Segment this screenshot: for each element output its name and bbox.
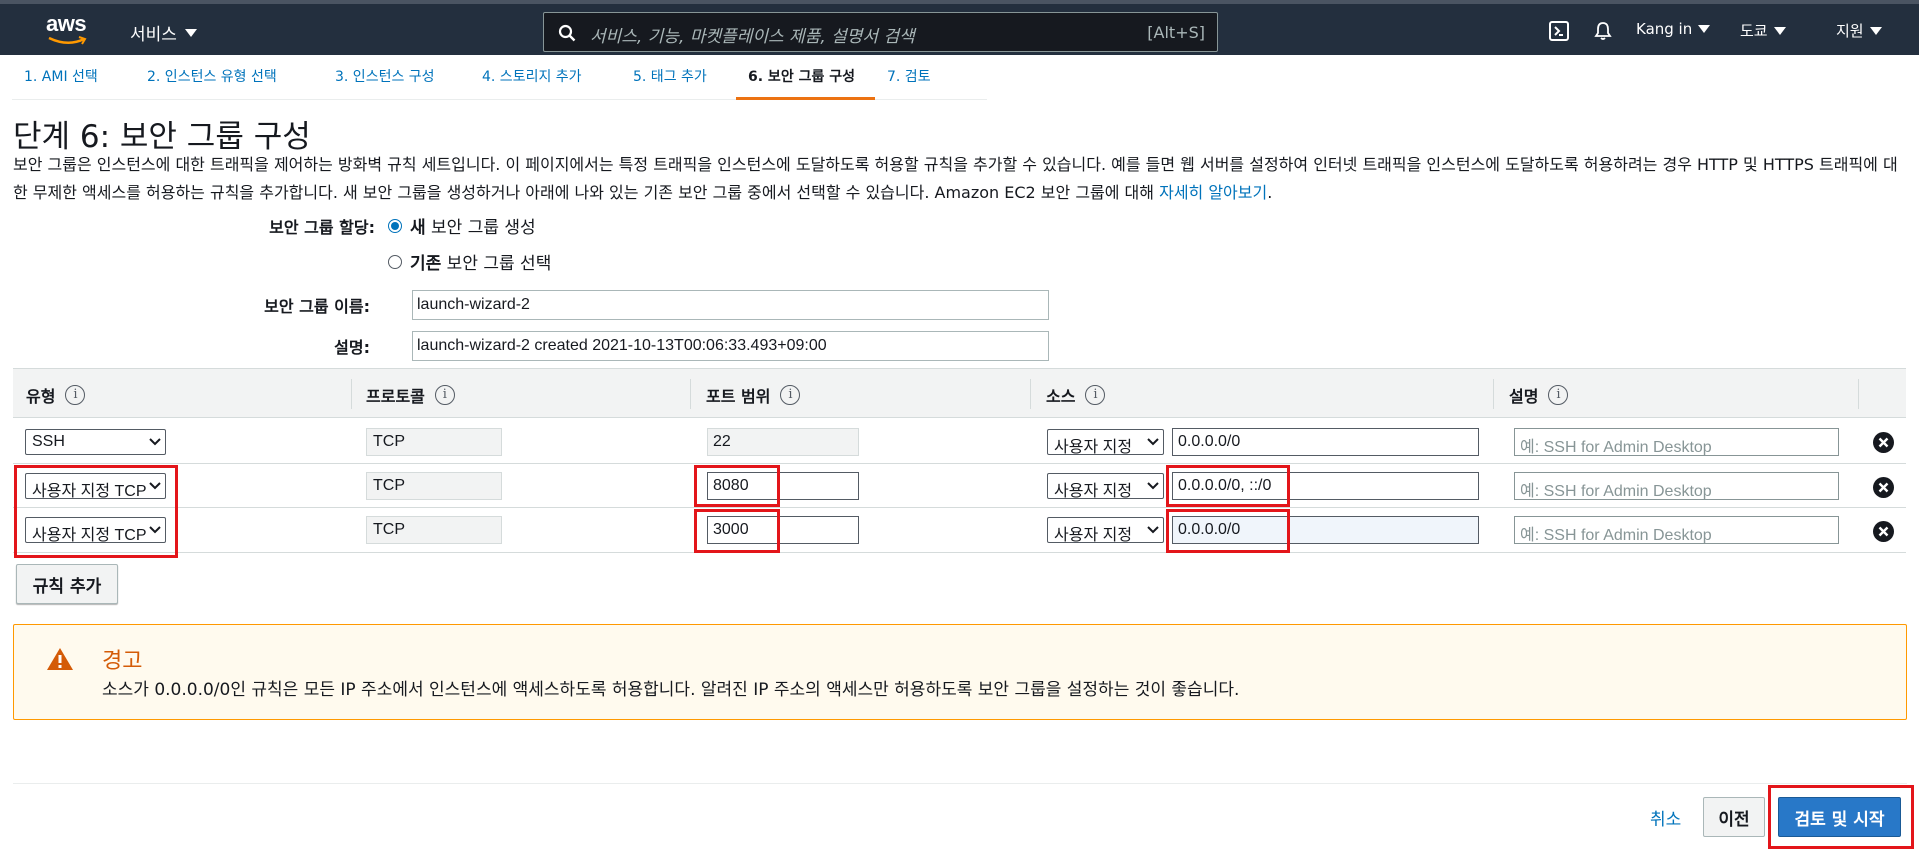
col-type: 유형 i (26, 383, 86, 407)
caret-down-icon (1773, 26, 1786, 35)
wizard-steps: 1. AMI 선택 2. 인스턴스 유형 선택 3. 인스턴스 구성 4. 스토… (12, 70, 987, 100)
tab-instance-type[interactable]: 2. 인스턴스 유형 선택 (135, 70, 323, 100)
previous-button[interactable]: 이전 (1703, 797, 1765, 837)
radio-selected-icon (388, 218, 402, 233)
aws-smile-icon (48, 36, 87, 45)
rule-description-input[interactable]: 예: SSH for Admin Desktop (1514, 428, 1839, 456)
highlight-box (694, 465, 780, 507)
chevron-down-icon (1147, 482, 1159, 490)
chevron-down-icon (1147, 438, 1159, 446)
search-placeholder: 서비스, 기능, 마켓플레이스 제품, 설명서 검색 (590, 27, 915, 47)
col-description: 설명 i (1509, 383, 1569, 407)
highlight-box (1166, 465, 1290, 507)
rules-table-header: 유형 i 프로토콜 i 포트 범위 i 소스 i 설명 i (13, 368, 1906, 418)
cancel-link[interactable]: 취소 (1650, 805, 1681, 830)
rule-description-input[interactable]: 예: SSH for Admin Desktop (1514, 516, 1839, 544)
caret-down-icon (184, 28, 197, 37)
warning-title: 경고 (102, 649, 143, 674)
tab-ami[interactable]: 1. AMI 선택 (12, 70, 135, 100)
assign-label: 보안 그룹 할당: (269, 218, 375, 237)
tab-add-tags[interactable]: 5. 태그 추가 (621, 70, 736, 100)
cloudshell-icon[interactable] (1548, 20, 1570, 42)
source-type-select[interactable]: 사용자 지정 (1047, 517, 1164, 543)
rule-description-input[interactable]: 예: SSH for Admin Desktop (1514, 472, 1839, 500)
footer-divider (13, 783, 1907, 784)
caret-down-icon (1698, 25, 1711, 33)
row-divider (13, 463, 1906, 464)
search-shortcut: [Alt+S] (1147, 23, 1205, 42)
col-separator (1858, 379, 1859, 409)
close-icon (1878, 526, 1889, 537)
top-nav: aws 서비스 서비스, 기능, 마켓플레이스 제품, 설명서 검색 [Alt+… (0, 0, 1919, 55)
tab-add-storage[interactable]: 4. 스토리지 추가 (470, 70, 621, 100)
radio-existing-group[interactable]: 기존 보안 그룹 선택 (388, 249, 551, 274)
group-name-input[interactable]: launch-wizard-2 (412, 290, 1049, 320)
region-menu[interactable]: 도쿄 (1740, 20, 1786, 41)
services-menu[interactable]: 서비스 (130, 20, 197, 45)
protocol-field: TCP (366, 472, 502, 500)
source-type-select[interactable]: 사용자 지정 (1047, 473, 1164, 499)
search-icon (558, 24, 576, 42)
warning-icon (47, 648, 73, 670)
delete-rule-button[interactable] (1873, 521, 1894, 542)
user-menu[interactable]: Kang in (1636, 20, 1711, 38)
radio-new-group[interactable]: 새 보안 그룹 생성 (388, 213, 536, 238)
warning-alert: 경고 소스가 0.0.0.0/0인 규칙은 모든 IP 주소에서 인스턴스에 액… (13, 624, 1907, 720)
chevron-down-icon (149, 438, 161, 446)
highlight-box (694, 509, 780, 553)
info-icon[interactable]: i (434, 385, 455, 405)
col-separator (351, 379, 352, 409)
protocol-field: TCP (366, 516, 502, 544)
source-input[interactable]: 0.0.0.0/0 (1172, 428, 1479, 456)
type-select[interactable]: SSH (25, 429, 166, 455)
tab-configure-instance[interactable]: 3. 인스턴스 구성 (323, 70, 470, 100)
support-menu[interactable]: 지원 (1836, 20, 1882, 41)
description-input[interactable]: launch-wizard-2 created 2021-10-13T00:06… (412, 331, 1049, 361)
radio-unselected-icon (388, 254, 402, 269)
review-and-launch-button[interactable]: 검토 및 시작 (1778, 797, 1901, 837)
page-intro: 보안 그룹은 인스턴스에 대한 트래픽을 제어하는 방화벽 규칙 세트입니다. … (13, 155, 1898, 202)
bell-icon[interactable] (1592, 20, 1614, 42)
col-port-range: 포트 범위 i (706, 383, 801, 407)
learn-more-link[interactable]: 자세히 알아보기 (1159, 183, 1267, 202)
chevron-down-icon (1147, 526, 1159, 534)
port-range-input: 22 (707, 428, 859, 456)
col-separator (690, 379, 691, 409)
protocol-field: TCP (366, 428, 502, 456)
description-label: 설명: (334, 338, 370, 357)
delete-rule-button[interactable] (1873, 477, 1894, 498)
group-name-label: 보안 그룹 이름: (264, 297, 370, 316)
search-bar[interactable]: 서비스, 기능, 마켓플레이스 제품, 설명서 검색 [Alt+S] (543, 12, 1218, 52)
info-icon[interactable]: i (780, 385, 801, 405)
add-rule-button[interactable]: 규칙 추가 (16, 564, 118, 604)
tab-security-group[interactable]: 6. 보안 그룹 구성 (736, 70, 875, 100)
warning-text: 소스가 0.0.0.0/0인 규칙은 모든 IP 주소에서 인스턴스에 액세스하… (102, 680, 1240, 700)
info-icon[interactable]: i (1085, 385, 1106, 405)
info-icon[interactable]: i (1548, 385, 1569, 405)
row-divider (13, 507, 1906, 508)
source-type-select[interactable]: 사용자 지정 (1047, 429, 1164, 455)
caret-down-icon (1869, 26, 1882, 35)
info-icon[interactable]: i (65, 385, 86, 405)
row-divider (13, 552, 1906, 553)
tab-review[interactable]: 7. 검토 (875, 70, 987, 100)
close-icon (1878, 437, 1889, 448)
highlight-box (1166, 509, 1290, 553)
page-title: 단계 6: 보안 그룹 구성 (13, 119, 311, 155)
col-protocol: 프로토콜 i (366, 383, 455, 407)
aws-logo[interactable]: aws (46, 13, 94, 50)
col-separator (1493, 379, 1494, 409)
delete-rule-button[interactable] (1873, 432, 1894, 453)
col-source: 소스 i (1046, 383, 1106, 407)
close-icon (1878, 482, 1889, 493)
highlight-box (14, 465, 178, 558)
col-separator (1030, 379, 1031, 409)
